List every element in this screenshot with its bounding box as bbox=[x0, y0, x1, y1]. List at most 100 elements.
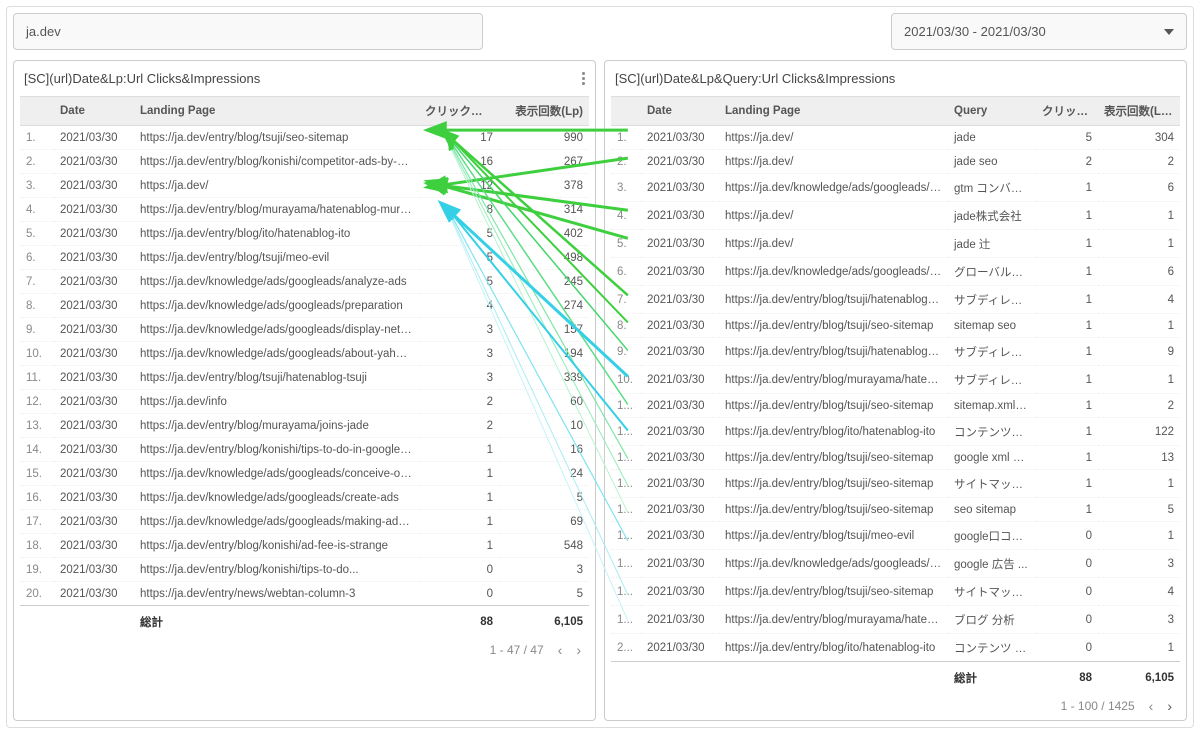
col-lp[interactable]: Landing Page bbox=[719, 97, 948, 126]
next-page-icon[interactable]: › bbox=[1167, 698, 1172, 714]
table-row[interactable]: 16.2021/03/30https://ja.dev/knowledge/ad… bbox=[20, 486, 589, 510]
table-row[interactable]: 8.2021/03/30https://ja.dev/entry/blog/ts… bbox=[611, 314, 1180, 338]
row-lp: https://ja.dev/knowledge/ads/googleads/p… bbox=[719, 258, 948, 286]
row-query: サブディレク... bbox=[948, 366, 1036, 394]
row-date: 2021/03/30 bbox=[641, 550, 719, 578]
table-row[interactable]: 4.2021/03/30https://ja.dev/entry/blog/mu… bbox=[20, 198, 589, 222]
row-impr: 2 bbox=[1098, 394, 1180, 418]
row-clicks: 5 bbox=[419, 222, 499, 246]
table-row[interactable]: 2...2021/03/30https://ja.dev/entry/blog/… bbox=[611, 634, 1180, 662]
table-row[interactable]: 9.2021/03/30https://ja.dev/entry/blog/ts… bbox=[611, 338, 1180, 366]
row-date: 2021/03/30 bbox=[54, 438, 134, 462]
table-row[interactable]: 1.2021/03/30https://ja.dev/entry/blog/ts… bbox=[20, 126, 589, 150]
table-row[interactable]: 14.2021/03/30https://ja.dev/entry/blog/k… bbox=[20, 438, 589, 462]
row-clicks: 16 bbox=[419, 150, 499, 174]
right-header-row: Date Landing Page Query クリック... 表示回数(Lp.… bbox=[611, 97, 1180, 126]
table-row[interactable]: 15.2021/03/30https://ja.dev/knowledge/ad… bbox=[20, 462, 589, 486]
row-index: 1... bbox=[611, 394, 641, 418]
col-index[interactable] bbox=[611, 97, 641, 126]
table-row[interactable]: 1...2021/03/30https://ja.dev/entry/blog/… bbox=[611, 578, 1180, 606]
table-row[interactable]: 6.2021/03/30https://ja.dev/entry/blog/ts… bbox=[20, 246, 589, 270]
row-impr: 378 bbox=[499, 174, 589, 198]
filter-input[interactable]: ja.dev bbox=[13, 13, 483, 50]
col-date[interactable]: Date bbox=[54, 97, 134, 126]
col-impr[interactable]: 表示回数(Lp... bbox=[1098, 97, 1180, 126]
row-date: 2021/03/30 bbox=[641, 338, 719, 366]
table-row[interactable]: 9.2021/03/30https://ja.dev/knowledge/ads… bbox=[20, 318, 589, 342]
more-icon[interactable] bbox=[582, 72, 585, 85]
row-clicks: 1 bbox=[1036, 230, 1098, 258]
row-query: jade株式会社 bbox=[948, 202, 1036, 230]
row-date: 2021/03/30 bbox=[641, 418, 719, 446]
table-row[interactable]: 4.2021/03/30https://ja.dev/jade株式会社11 bbox=[611, 202, 1180, 230]
row-date: 2021/03/30 bbox=[54, 582, 134, 606]
row-index: 1. bbox=[611, 126, 641, 150]
table-row[interactable]: 8.2021/03/30https://ja.dev/knowledge/ads… bbox=[20, 294, 589, 318]
col-impr[interactable]: 表示回数(Lp) bbox=[499, 97, 589, 126]
table-row[interactable]: 5.2021/03/30https://ja.dev/jade 辻11 bbox=[611, 230, 1180, 258]
row-query: sitemap seo bbox=[948, 314, 1036, 338]
row-impr: 402 bbox=[499, 222, 589, 246]
table-row[interactable]: 1...2021/03/30https://ja.dev/entry/blog/… bbox=[611, 446, 1180, 470]
table-row[interactable]: 7.2021/03/30https://ja.dev/knowledge/ads… bbox=[20, 270, 589, 294]
row-clicks: 0 bbox=[1036, 634, 1098, 662]
row-impr: 69 bbox=[499, 510, 589, 534]
table-row[interactable]: 10.2021/03/30https://ja.dev/entry/blog/m… bbox=[611, 366, 1180, 394]
row-clicks: 1 bbox=[1036, 286, 1098, 314]
table-row[interactable]: 2.2021/03/30https://ja.dev/jade seo22 bbox=[611, 150, 1180, 174]
table-row[interactable]: 12.2021/03/30https://ja.dev/info260 bbox=[20, 390, 589, 414]
prev-page-icon[interactable]: ‹ bbox=[558, 642, 563, 658]
row-index: 13. bbox=[20, 414, 54, 438]
row-query: サブディレク... bbox=[948, 338, 1036, 366]
col-index[interactable] bbox=[20, 97, 54, 126]
row-impr: 1 bbox=[1098, 230, 1180, 258]
row-date: 2021/03/30 bbox=[641, 286, 719, 314]
table-row[interactable]: 1...2021/03/30https://ja.dev/entry/blog/… bbox=[611, 522, 1180, 550]
table-row[interactable]: 1...2021/03/30https://ja.dev/knowledge/a… bbox=[611, 550, 1180, 578]
date-range-picker[interactable]: 2021/03/30 - 2021/03/30 bbox=[891, 13, 1187, 50]
row-clicks: 3 bbox=[419, 318, 499, 342]
table-row[interactable]: 3.2021/03/30https://ja.dev/12378 bbox=[20, 174, 589, 198]
row-lp: https://ja.dev/entry/blog/murayama/joins… bbox=[134, 414, 419, 438]
table-row[interactable]: 1...2021/03/30https://ja.dev/entry/blog/… bbox=[611, 470, 1180, 498]
table-row[interactable]: 1...2021/03/30https://ja.dev/entry/blog/… bbox=[611, 606, 1180, 634]
chevron-down-icon bbox=[1164, 29, 1174, 35]
table-row[interactable]: 5.2021/03/30https://ja.dev/entry/blog/it… bbox=[20, 222, 589, 246]
filter-value: ja.dev bbox=[26, 24, 61, 39]
table-row[interactable]: 10.2021/03/30https://ja.dev/knowledge/ad… bbox=[20, 342, 589, 366]
row-clicks: 0 bbox=[1036, 522, 1098, 550]
row-query: google 広告 ... bbox=[948, 550, 1036, 578]
table-row[interactable]: 20.2021/03/30https://ja.dev/entry/news/w… bbox=[20, 582, 589, 606]
col-lp[interactable]: Landing Page bbox=[134, 97, 419, 126]
table-row[interactable]: 1...2021/03/30https://ja.dev/entry/blog/… bbox=[611, 418, 1180, 446]
prev-page-icon[interactable]: ‹ bbox=[1149, 698, 1154, 714]
row-lp: https://ja.dev/entry/blog/tsuji/seo-site… bbox=[134, 126, 419, 150]
table-row[interactable]: 13.2021/03/30https://ja.dev/entry/blog/m… bbox=[20, 414, 589, 438]
col-query[interactable]: Query bbox=[948, 97, 1036, 126]
row-clicks: 0 bbox=[419, 582, 499, 606]
col-clicks[interactable]: クリック数(... bbox=[419, 97, 499, 126]
table-row[interactable]: 7.2021/03/30https://ja.dev/entry/blog/ts… bbox=[611, 286, 1180, 314]
row-query: gtm コンバー... bbox=[948, 174, 1036, 202]
row-query: jade bbox=[948, 126, 1036, 150]
table-row[interactable]: 3.2021/03/30https://ja.dev/knowledge/ads… bbox=[611, 174, 1180, 202]
row-lp: https://ja.dev/knowledge/ads/googleads/m… bbox=[719, 550, 948, 578]
row-lp: https://ja.dev/ bbox=[719, 126, 948, 150]
table-row[interactable]: 1...2021/03/30https://ja.dev/entry/blog/… bbox=[611, 498, 1180, 522]
row-impr: 9 bbox=[1098, 338, 1180, 366]
col-date[interactable]: Date bbox=[641, 97, 719, 126]
right-table: Date Landing Page Query クリック... 表示回数(Lp.… bbox=[611, 96, 1180, 694]
col-clicks[interactable]: クリック... bbox=[1036, 97, 1098, 126]
table-row[interactable]: 1...2021/03/30https://ja.dev/entry/blog/… bbox=[611, 394, 1180, 418]
table-row[interactable]: 11.2021/03/30https://ja.dev/entry/blog/t… bbox=[20, 366, 589, 390]
table-row[interactable]: 18.2021/03/30https://ja.dev/entry/blog/k… bbox=[20, 534, 589, 558]
row-index: 1... bbox=[611, 550, 641, 578]
next-page-icon[interactable]: › bbox=[576, 642, 581, 658]
table-row[interactable]: 1.2021/03/30https://ja.dev/jade5304 bbox=[611, 126, 1180, 150]
row-query: google口コミ... bbox=[948, 522, 1036, 550]
row-impr: 267 bbox=[499, 150, 589, 174]
table-row[interactable]: 19.2021/03/30https://ja.dev/entry/blog/k… bbox=[20, 558, 589, 582]
table-row[interactable]: 17.2021/03/30https://ja.dev/knowledge/ad… bbox=[20, 510, 589, 534]
table-row[interactable]: 2.2021/03/30https://ja.dev/entry/blog/ko… bbox=[20, 150, 589, 174]
table-row[interactable]: 6.2021/03/30https://ja.dev/knowledge/ads… bbox=[611, 258, 1180, 286]
